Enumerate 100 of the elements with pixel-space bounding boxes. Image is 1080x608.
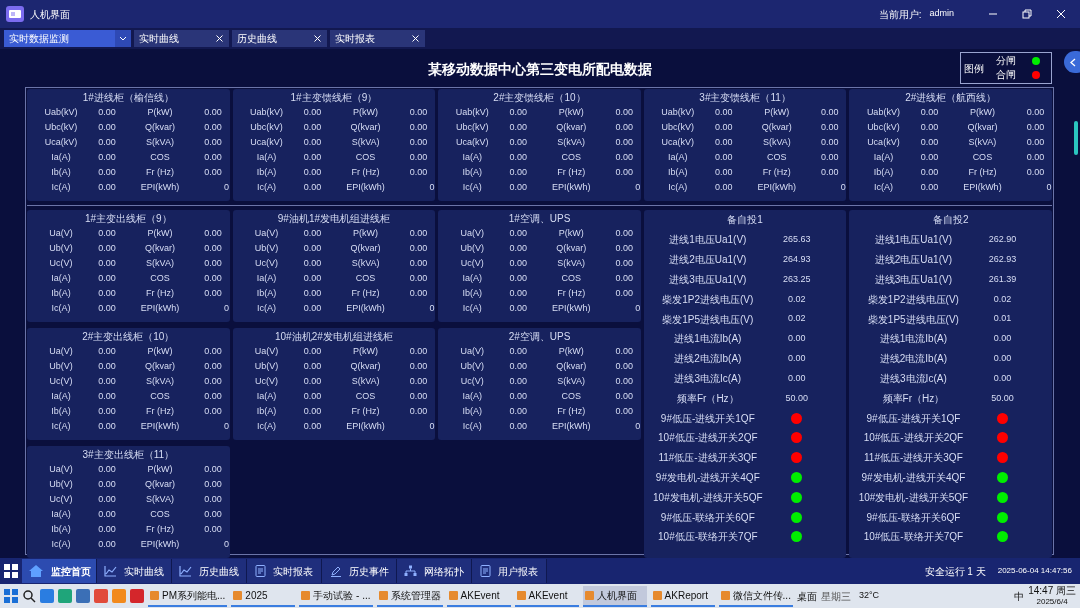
measure-label: Fr (Hz) <box>761 166 792 179</box>
measure-value: 0.00 <box>508 181 528 194</box>
tab[interactable]: 历史曲线 <box>232 30 327 47</box>
start-icon[interactable] <box>4 589 18 603</box>
measure-value: 0.00 <box>508 287 528 300</box>
reading-label: 进线1电压Ua1(V) <box>873 233 953 248</box>
search-icon[interactable] <box>22 589 36 603</box>
taskbar-task[interactable]: PM系列能电... <box>148 585 228 607</box>
taskbar-task[interactable]: 手动试验 - ... <box>299 585 373 607</box>
tab[interactable]: 实时曲线 <box>134 30 229 47</box>
desktop-label[interactable]: 桌面 <box>796 588 817 604</box>
taskbar-task[interactable]: AKEvent <box>446 585 511 607</box>
reading-label: 频率Fr（Hz） <box>675 391 740 406</box>
measure-value: 0.00 <box>1025 106 1046 119</box>
panel-title: 1#主变出线柜（9） <box>83 212 173 226</box>
measure-value: 0.00 <box>97 420 117 433</box>
measure-value: 0.00 <box>302 287 323 300</box>
reading-label: 频率Fr（Hz） <box>881 391 946 406</box>
measure-label: Ua(V) <box>48 345 74 358</box>
nav-tab[interactable]: 用户报表 <box>472 559 547 583</box>
tab[interactable]: 实时报表 <box>330 30 425 47</box>
ime-indicator[interactable]: 中 <box>1014 588 1025 604</box>
weather-text[interactable]: 32°C <box>858 589 880 603</box>
measure-value: 0.00 <box>302 345 323 358</box>
measure-label: Fr (Hz) <box>350 166 381 179</box>
measure-label: S(kVA) <box>145 375 175 388</box>
measure-label: S(kVA) <box>556 375 587 388</box>
tab[interactable]: 实时数据监测 <box>4 30 131 47</box>
taskbar-time: 14:47 周三 <box>1028 585 1076 596</box>
measure-label: Uca(kV) <box>454 136 490 149</box>
nav-tab[interactable]: 历史事件 <box>322 559 397 583</box>
measure-value: 0.00 <box>714 121 734 134</box>
measure-value: 0.00 <box>302 405 323 418</box>
measure-value: 0.00 <box>408 227 429 240</box>
measure-value: 0.00 <box>97 287 117 300</box>
measure-value: 0.00 <box>203 166 223 179</box>
measure-label: Q(kvar) <box>760 121 793 134</box>
reading-label: 9#低压-联络开关6QF <box>865 510 962 525</box>
measure-label: Ic(A) <box>461 302 483 315</box>
measure-value: 0 <box>428 420 436 433</box>
measure-label: Uab(kV) <box>660 106 696 119</box>
measure-value: 0.00 <box>97 508 117 521</box>
measure-label: P(kW) <box>763 106 791 119</box>
measure-value: 0.00 <box>302 121 323 134</box>
measure-label: EPI(kWh) <box>345 181 386 194</box>
nav-tab[interactable]: 实时曲线 <box>97 559 172 583</box>
measure-value: 0.00 <box>203 478 223 491</box>
measure-value: 0.00 <box>408 151 429 164</box>
measure-value: 0.00 <box>97 390 117 403</box>
measure-value: 0.00 <box>203 136 223 149</box>
measure-label: Q(kvar) <box>555 242 588 255</box>
measure-value: 0.00 <box>714 166 734 179</box>
panel-title: 1#进线柜（榆信线） <box>81 91 175 105</box>
measure-label: Fr (Hz) <box>967 166 998 179</box>
measure-label: Uc(V) <box>459 257 485 270</box>
reading-value: 262.90 <box>987 233 1018 247</box>
measure-label: Ic(A) <box>872 181 894 194</box>
taskbar-task[interactable]: AKEvent <box>514 585 579 607</box>
reading-label: 进线3电流Ic(A) <box>673 371 743 386</box>
measure-value: 0.00 <box>919 136 940 149</box>
measure-label: S(kVA) <box>967 136 998 149</box>
document-icon <box>480 565 491 577</box>
taskbar-task[interactable]: 微信文件传... <box>718 585 793 607</box>
measure-value: 0.00 <box>203 360 223 373</box>
measure-label: Ib(A) <box>50 166 72 179</box>
grid-menu-icon[interactable] <box>4 564 18 578</box>
measure-value: 0.00 <box>97 257 117 270</box>
nav-tab[interactable]: 历史曲线 <box>172 559 247 583</box>
reading-label: 10#低压-联络开关7QF <box>862 530 965 545</box>
measure-value: 0.00 <box>408 136 429 149</box>
taskbar-task[interactable]: 2025 <box>231 585 296 607</box>
measure-label: Ua(V) <box>459 227 485 240</box>
nav-tab[interactable]: 网络拓扑 <box>397 559 472 583</box>
measure-value: 0.00 <box>508 166 528 179</box>
measure-value: 0.00 <box>614 405 634 418</box>
measure-label: Ic(A) <box>256 420 278 433</box>
taskbar-task[interactable]: 人机界面 <box>582 585 647 607</box>
nav-tab[interactable]: 监控首页 <box>22 559 97 583</box>
measure-label: COS <box>354 390 377 403</box>
reading-value: 0.00 <box>787 351 807 365</box>
calendar-widget[interactable]: 星期三 <box>820 588 851 604</box>
scrollbar-thumb[interactable] <box>1074 121 1078 155</box>
measure-label: Uca(kV) <box>43 136 79 149</box>
measure-label: Ia(A) <box>461 390 483 403</box>
measure-label: Ib(A) <box>461 166 483 179</box>
taskbar-task[interactable]: 系统管理器 <box>376 585 443 607</box>
taskbar-task[interactable]: AKReport <box>650 585 715 607</box>
panel-title: 9#油机1#发电机组进线柜 <box>276 212 391 226</box>
measure-value: 0.00 <box>614 106 634 119</box>
nav-tab[interactable]: 实时报表 <box>247 559 322 583</box>
measure-label: Ic(A) <box>667 181 689 194</box>
measure-label: P(kW) <box>352 227 380 240</box>
measure-label: Uab(kV) <box>43 106 79 119</box>
measure-label: P(kW) <box>146 463 174 476</box>
measure-label: Fr (Hz) <box>350 287 381 300</box>
chevron-left-icon <box>1070 57 1076 67</box>
measure-value: 0.00 <box>408 272 429 285</box>
measure-label: S(kVA) <box>145 493 175 506</box>
measure-label: Ia(A) <box>255 272 278 285</box>
measure-value: 0.00 <box>508 375 528 388</box>
